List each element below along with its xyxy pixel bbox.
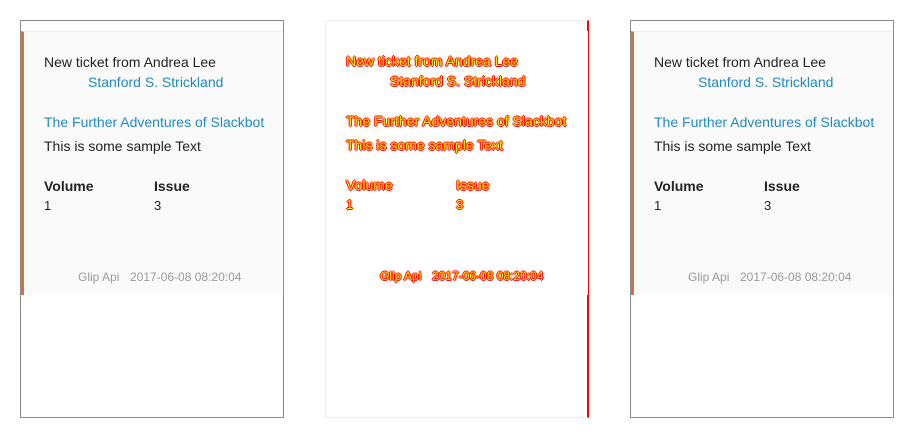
diff-card: New ticket from Andrea Lee Stanford S. S… [326, 31, 588, 295]
card-body-text: This is some sample Text [654, 138, 811, 154]
card-headline-link[interactable]: The Further Adventures of Slackbot [654, 114, 874, 130]
field-label-volume: Volume [654, 178, 704, 194]
field-label-volume: Volume [44, 178, 94, 194]
field-value-issue: 3 [154, 198, 162, 213]
card-footer-timestamp: 2017-06-08 08:20:04 [130, 270, 242, 284]
card-title: New ticket from Andrea Lee [346, 53, 518, 69]
field-value-issue: 3 [456, 197, 464, 212]
field-value-volume: 1 [346, 197, 354, 212]
card-footer-timestamp: 2017-06-08 08:20:04 [740, 270, 852, 284]
card-author-link: Stanford S. Strickland [390, 73, 526, 89]
field-label-issue: Issue [456, 177, 490, 193]
field-label-issue: Issue [764, 178, 800, 194]
card-author-link[interactable]: Stanford S. Strickland [698, 74, 833, 90]
card-body-text: This is some sample Text [346, 137, 503, 153]
actual-panel: New ticket from Andrea Lee Stanford S. S… [630, 20, 894, 418]
message-card: New ticket from Andrea Lee Stanford S. S… [631, 31, 893, 295]
card-headline-link: The Further Adventures of Slackbot [346, 113, 567, 129]
card-title: New ticket from Andrea Lee [44, 54, 216, 70]
card-footer-timestamp: 2017-06-08 08:20:04 [432, 269, 544, 283]
field-value-volume: 1 [44, 198, 52, 213]
card-body-text: This is some sample Text [44, 138, 201, 154]
field-value-issue: 3 [764, 198, 772, 213]
field-label-issue: Issue [154, 178, 190, 194]
diff-panel: New ticket from Andrea Lee Stanford S. S… [325, 20, 589, 418]
card-footer-source: Glip Api [380, 269, 422, 283]
card-footer-source: Glip Api [78, 270, 120, 284]
card-title: New ticket from Andrea Lee [654, 54, 826, 70]
expected-panel: New ticket from Andrea Lee Stanford S. S… [20, 20, 284, 418]
card-author-link[interactable]: Stanford S. Strickland [88, 74, 223, 90]
card-headline-link[interactable]: The Further Adventures of Slackbot [44, 114, 264, 130]
field-label-volume: Volume [346, 177, 393, 193]
field-value-volume: 1 [654, 198, 662, 213]
message-card: New ticket from Andrea Lee Stanford S. S… [21, 31, 283, 295]
card-footer-source: Glip Api [688, 270, 730, 284]
